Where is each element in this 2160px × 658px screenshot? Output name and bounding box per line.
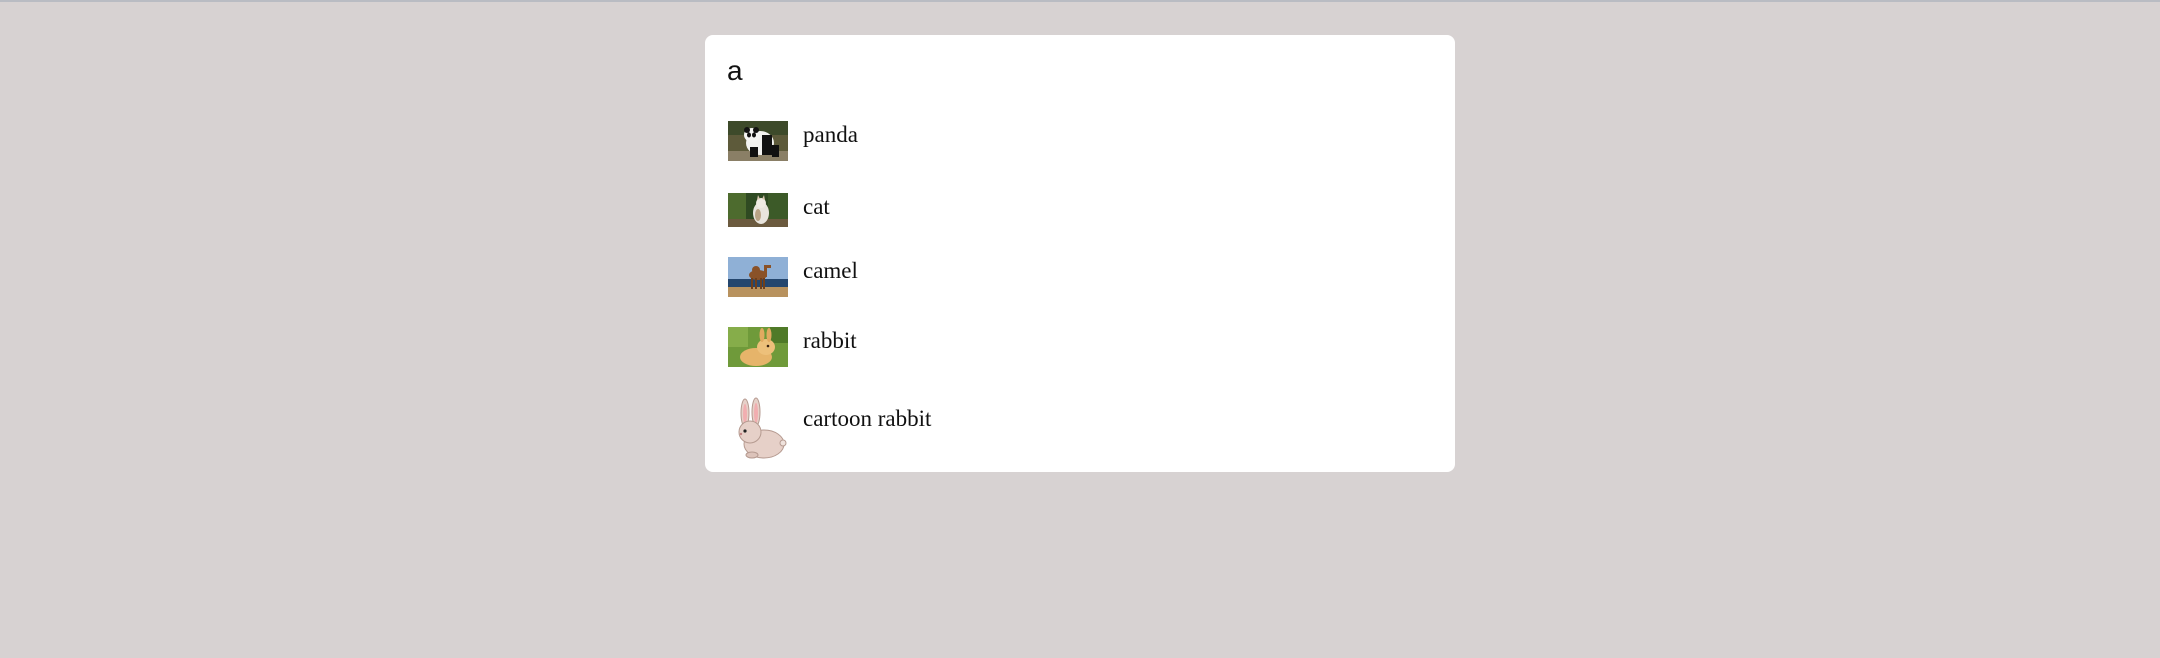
- result-item-camel[interactable]: camel: [728, 257, 1428, 309]
- result-label: camel: [803, 258, 858, 283]
- search-query-text[interactable]: a: [727, 53, 743, 89]
- result-item-rabbit[interactable]: rabbit: [728, 327, 1428, 379]
- result-label: cartoon rabbit: [803, 406, 932, 431]
- rabbit-photo-icon: [728, 327, 788, 367]
- window-top-border: [0, 0, 2160, 2]
- result-item-cat[interactable]: cat: [728, 193, 1428, 245]
- result-item-cartoon-rabbit[interactable]: cartoon rabbit: [728, 397, 1428, 461]
- result-label: panda: [803, 122, 858, 147]
- panda-photo-icon: [728, 121, 788, 161]
- cat-photo-icon: [728, 193, 788, 227]
- cartoon-rabbit-icon: [728, 397, 788, 461]
- result-label: rabbit: [803, 328, 857, 353]
- search-results-card: a panda cat camel rabbit cartoon rabbit: [705, 35, 1455, 472]
- result-item-panda[interactable]: panda: [728, 121, 1428, 173]
- camel-photo-icon: [728, 257, 788, 297]
- result-label: cat: [803, 194, 830, 219]
